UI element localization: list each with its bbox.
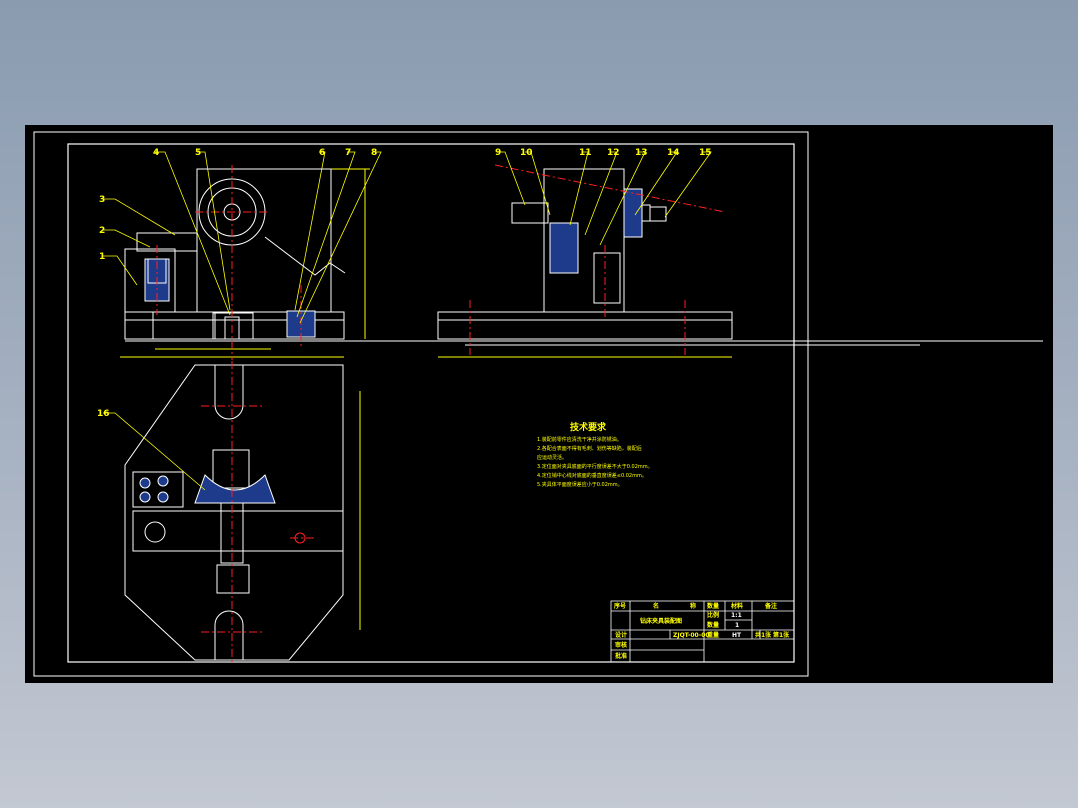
balloon-9: 9 [495, 148, 501, 158]
balloon-3: 3 [99, 195, 105, 205]
side-base [437, 311, 733, 340]
tb-scale-label: 比例 [707, 611, 719, 619]
tb-header-name-a: 名 [653, 602, 659, 610]
balloon-13: 13 [635, 148, 648, 158]
balloon-7: 7 [345, 148, 351, 158]
tb-material: HT [732, 632, 742, 639]
balloon-1: 1 [99, 252, 105, 262]
tb-sheet-total: 共1张 [755, 631, 772, 639]
sheet-inner-border [67, 143, 795, 663]
hex-nut [511, 202, 549, 224]
tb-weight-label: 重量 [707, 631, 719, 639]
bottom-slot [214, 610, 244, 660]
tb-header-material: 材料 [730, 602, 743, 610]
balloon-5: 5 [195, 148, 201, 158]
tb-drawing-number: ZJQT-00-00 [673, 632, 710, 639]
balloon-16: 16 [97, 409, 110, 419]
tb-header-qty: 数量 [707, 602, 719, 610]
tb-approve-label: 批准 [615, 652, 627, 660]
clamp-arm [136, 232, 198, 252]
side-centerlines [469, 164, 726, 355]
balloon-2: 2 [99, 226, 105, 236]
tb-sheet-no: 第1张 [772, 631, 790, 639]
tech-line-6: 5.夹具体平面度误差应小于0.02mm。 [537, 481, 623, 488]
balloon-numbers: 1 2 3 4 5 6 7 8 9 10 11 12 13 14 15 16 [97, 148, 712, 419]
balloon-4: 4 [153, 148, 159, 158]
tech-line-5: 4.定位销中心线对底面的垂直度误差≤0.02mm。 [537, 472, 647, 479]
tb-header-name-b: 称 [690, 602, 696, 610]
balloon-6: 6 [319, 148, 325, 158]
balloon-10: 10 [520, 148, 533, 158]
upright-bracket [196, 168, 332, 313]
octagon-plate [124, 364, 344, 661]
cad-viewport[interactable]: 1 2 3 4 5 6 7 8 9 10 11 12 13 14 15 16 技… [25, 125, 1053, 683]
technical-requirements: 技术要求 1.装配前零件应清洗干净并涂防锈油。 2.各配合表面不得有毛刺、划伤等… [537, 421, 653, 488]
tb-scale-value: 1:1 [731, 612, 742, 619]
tb-check-label: 审核 [615, 641, 627, 649]
balloon-15: 15 [699, 148, 712, 158]
side-bushing-section [549, 222, 579, 274]
top-view [124, 364, 361, 661]
tb-qty-value: 1 [735, 622, 739, 629]
tb-header-remark: 备注 [764, 602, 777, 610]
tb-design-label: 设计 [615, 631, 627, 639]
tech-line-2: 2.各配合表面不得有毛刺、划伤等缺陷，装配后 [537, 445, 642, 452]
side-view [437, 168, 733, 358]
sheet-outer-border [33, 131, 809, 677]
top-slot [214, 365, 244, 420]
side-bolt [593, 252, 621, 304]
balloon-14: 14 [667, 148, 680, 158]
top-centerlines [201, 361, 315, 663]
hex-nut-top [212, 449, 250, 489]
tech-line-1: 1.装配前零件应清洗干净并涂防锈油。 [537, 436, 622, 443]
tech-line-4: 3.定位面对夹具底面的平行度误差不大于0.02mm。 [537, 463, 653, 470]
base-step [152, 311, 216, 340]
balloon-8: 8 [371, 148, 377, 158]
tb-drawing-name: 钻床夹具装配图 [640, 617, 682, 625]
tech-title: 技术要求 [570, 421, 607, 433]
front-centerlines [156, 165, 302, 360]
top-leader [103, 412, 206, 491]
tb-qty-label: 数量 [707, 621, 719, 629]
tb-header-no: 序号 [613, 602, 626, 610]
clamp-block-top [132, 471, 184, 508]
side-leaders [497, 151, 712, 246]
balloon-11: 11 [579, 148, 592, 158]
balloon-12: 12 [607, 148, 620, 158]
assembly-drawing: 1 2 3 4 5 6 7 8 9 10 11 12 13 14 15 16 技… [33, 131, 1043, 677]
tech-line-3: 应运动灵活。 [537, 454, 567, 461]
